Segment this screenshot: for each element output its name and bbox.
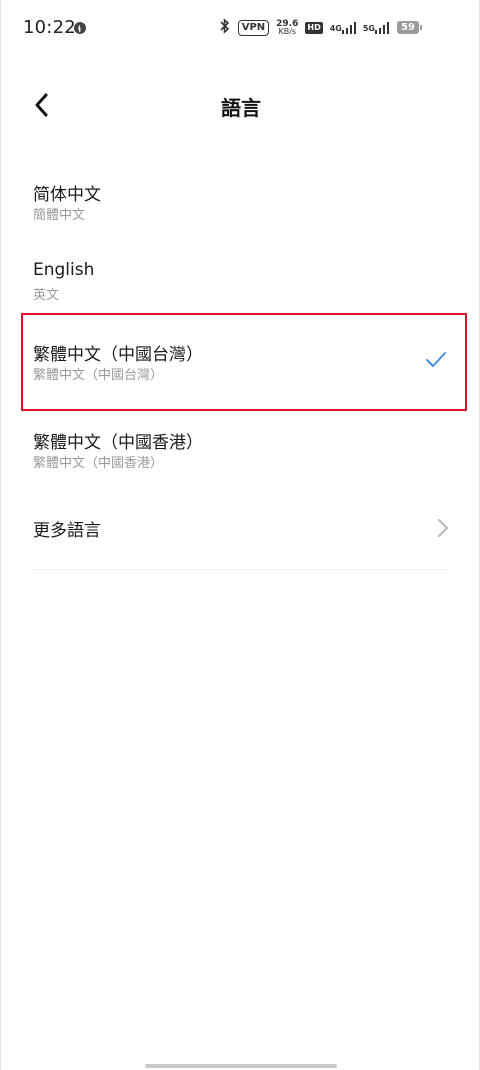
- battery-indicator: 59: [397, 21, 422, 34]
- bluetooth-icon: [219, 18, 231, 38]
- network-speed: 29.6 KB/s: [276, 19, 299, 36]
- language-localized-name: 繁體中文（中國香港）: [33, 456, 164, 471]
- language-name: 繁體中文（中國台灣）: [33, 345, 203, 365]
- check-icon: [425, 351, 447, 369]
- status-icons: VPN 29.6 KB/s HD 4G 5G: [219, 18, 419, 38]
- home-indicator[interactable]: [145, 1064, 337, 1068]
- sim2-signal: 5G: [363, 19, 389, 38]
- signal-bars-icon: [341, 19, 356, 38]
- language-item-traditional-chinese-hongkong[interactable]: 繁體中文（中國香港） 繁體中文（中國香港）: [1, 408, 480, 488]
- chevron-right-icon: [437, 518, 449, 538]
- language-list: 简体中文 簡體中文 English 英文 繁體中文（中國台灣） 繁體中文（中國台…: [1, 160, 480, 570]
- status-time: 10:22: [23, 17, 76, 38]
- divider: [33, 569, 449, 570]
- sim1-signal: 4G: [330, 19, 356, 38]
- language-name: 简体中文: [33, 185, 101, 205]
- language-name: 繁體中文（中國香港）: [33, 433, 203, 453]
- language-item-simplified-chinese[interactable]: 简体中文 簡體中文: [1, 160, 480, 240]
- language-localized-name: 英文: [33, 288, 60, 303]
- hd-voice-badge: HD: [305, 22, 323, 34]
- language-item-english[interactable]: English 英文: [1, 240, 480, 320]
- signal-bars-icon: [375, 19, 389, 38]
- language-name: English: [33, 260, 95, 280]
- battery-level: 59: [397, 21, 422, 34]
- language-localized-name: 簡體中文: [33, 208, 86, 223]
- more-languages-item[interactable]: 更多語言: [1, 488, 480, 570]
- language-localized-name: 繁體中文（中國台灣）: [33, 368, 164, 383]
- status-bar: 10:22 VPN 29.6 KB/s HD 4G 5G 59: [1, 0, 480, 58]
- vpn-badge: VPN: [237, 20, 270, 36]
- more-languages-label: 更多語言: [33, 521, 101, 541]
- language-item-traditional-chinese-taiwan[interactable]: 繁體中文（中國台灣） 繁體中文（中國台灣）: [21, 313, 467, 411]
- page-title: 語言: [221, 96, 261, 120]
- header: 語言: [1, 80, 480, 130]
- app-notification-icon: [73, 20, 87, 34]
